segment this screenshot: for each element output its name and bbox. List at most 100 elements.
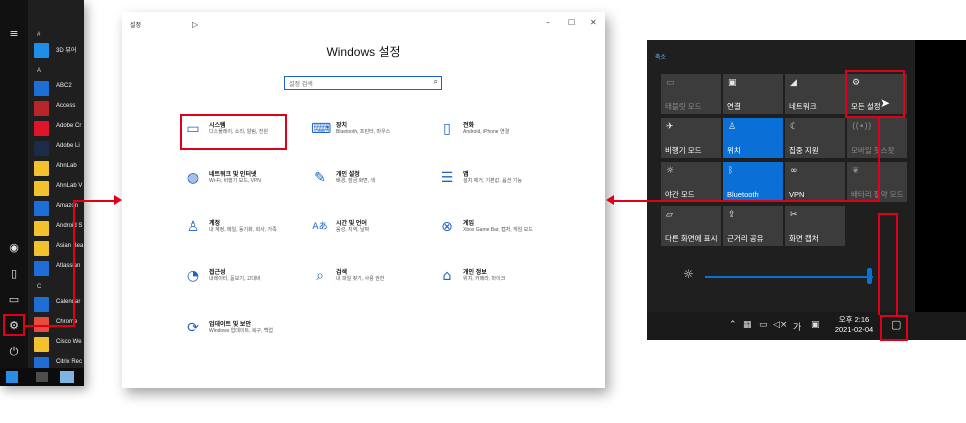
category-phone[interactable]: ▯ 전화 Android, iPhone 연결	[438, 118, 558, 148]
quick-action-label: Bluetooth	[727, 190, 759, 199]
settings-window: 설정 ▷ – ☐ ✕ Windows 설정 설정 검색 ⌕ ▭ 시스템 디스플레이,…	[122, 12, 605, 388]
connector-line	[896, 213, 898, 315]
explorer-icon[interactable]	[60, 371, 74, 383]
category-sync[interactable]: ⟳ 업데이트 및 보안 Windows 업데이트, 복구, 백업	[184, 317, 304, 347]
quick-action-label: 야간 모드	[665, 190, 695, 199]
app-name: Android S	[56, 223, 83, 229]
app-list-item[interactable]: ABC2	[34, 80, 84, 98]
paint-icon: ✎	[314, 170, 326, 186]
maximize-button[interactable]: ☐	[568, 18, 575, 27]
taskview-icon[interactable]	[36, 372, 48, 382]
quick-action-bluetooth[interactable]: ᛒ Bluetooth	[723, 162, 783, 202]
quick-action-tablet[interactable]: ▭ 태블릿 모드	[661, 74, 721, 114]
quick-action-network[interactable]: ◢ 네트워크	[785, 74, 845, 114]
app-icon	[34, 81, 49, 96]
snip-icon: ✂	[790, 210, 798, 220]
user-icon[interactable]: ◉	[5, 240, 23, 256]
app-list-item[interactable]: Adobe Li	[34, 140, 84, 158]
category-keyboard[interactable]: ⌨ 장치 Bluetooth, 프린터, 마우스	[311, 118, 431, 148]
app-icon	[34, 43, 49, 58]
window-title: 설정	[130, 23, 142, 29]
quick-action-label: 태블릿 모드	[665, 102, 702, 111]
power-icon[interactable]: ⏻	[5, 344, 23, 360]
keyboard-icon[interactable]: ▣	[811, 320, 820, 330]
sun-icon: ☼	[666, 166, 675, 176]
app-icon	[34, 337, 49, 352]
app-icon	[34, 221, 49, 236]
person-icon: ♙	[186, 219, 200, 235]
quick-action-airplane[interactable]: ✈ 비행기 모드	[661, 118, 721, 158]
quick-action-sun[interactable]: ☼ 야간 모드	[661, 162, 721, 202]
brightness-slider[interactable]	[705, 276, 873, 278]
brightness-thumb[interactable]	[866, 268, 872, 284]
moon-icon: ☾	[790, 122, 799, 132]
clock[interactable]: 오후 2:16 2021-02-04	[828, 315, 880, 335]
quick-action-snip[interactable]: ✂ 화면 캡처	[785, 206, 845, 246]
category-title: 시간 및 언어	[336, 221, 367, 227]
network-tray-icon[interactable]: ▦	[743, 320, 752, 330]
quick-action-hotspot[interactable]: ((•)) 모바일 핫스팟	[847, 118, 907, 158]
quick-action-moon[interactable]: ☾ 집중 지원	[785, 118, 845, 158]
quick-action-project[interactable]: ▱ 다른 화면에 표시	[661, 206, 721, 246]
chevron-up-icon[interactable]: ⌃	[729, 320, 737, 330]
app-list-item[interactable]: Calendar	[34, 296, 84, 314]
category-description: Wi-Fi, 비행기 모드, VPN	[209, 178, 261, 184]
app-name: ABC2	[56, 83, 72, 89]
group-letter: A	[37, 68, 42, 74]
app-list-item[interactable]: Access	[34, 100, 84, 118]
brightness-icon: ☼	[683, 267, 694, 281]
quick-action-share[interactable]: ⇪ 근거리 공유	[723, 206, 783, 246]
category-time-language[interactable]: Aあ 시간 및 언어 음성, 지역, 날짜	[311, 216, 431, 246]
connector-line	[25, 325, 74, 327]
quick-action-location[interactable]: ♙ 위치	[723, 118, 783, 158]
app-list-item[interactable]: Amazon	[34, 200, 84, 218]
action-center: 축소 ▭ 태블릿 모드 ▣ 연결 ◢ 네트워크 ⚙ 모든 설정 ✈ 비행기 모드 ♙ 위치 ☾ 집중 지원…	[647, 40, 966, 341]
display-tray-icon[interactable]: ▭	[759, 320, 768, 330]
category-apps-list[interactable]: ☰ 앱 설치 제거, 기본값, 옵션 기능	[438, 167, 558, 197]
clock-date: 2021-02-04	[834, 325, 874, 334]
app-list-item[interactable]: 3D 뷰어	[34, 42, 84, 60]
category-search[interactable]: ⌕ 검색 내 파일 찾기, 사용 권한	[311, 265, 431, 295]
volume-icon[interactable]: ◁×	[773, 320, 787, 330]
search-input[interactable]: 설정 검색 ⌕	[284, 76, 442, 90]
category-accessibility[interactable]: ◔ 접근성 내레이터, 돋보기, 고대비	[184, 265, 304, 295]
start-menu: ≡ ◉ ▯ ▭ ⚙ ⏻ # A C 3D 뷰어 ABC2 Access Adobe Cr Ad…	[0, 0, 84, 386]
app-list-item[interactable]: AhnLab	[34, 160, 84, 178]
quick-action-battery-leaf[interactable]: ❦ 배터리 절약 모드	[847, 162, 907, 202]
settings-highlight	[3, 314, 25, 336]
minimize-button[interactable]: –	[546, 18, 550, 27]
clock-time: 오후 2:16	[838, 315, 870, 324]
category-lock[interactable]: ⌂ 개인 정보 위치, 카메라, 마이크	[438, 265, 558, 295]
windows-icon[interactable]	[6, 371, 18, 383]
connect-icon: ▣	[728, 78, 737, 88]
quick-action-label: 네트워크	[789, 102, 817, 111]
category-person[interactable]: ♙ 계정 내 계정, 메일, 동기화, 회사, 가족	[184, 216, 304, 246]
category-title: 전화	[463, 123, 475, 129]
app-icon	[34, 121, 49, 136]
category-xbox[interactable]: ⊗ 게임 Xbox Game Bar, 캡처, 게임 모드	[438, 216, 558, 246]
app-list-item[interactable]: Cisco We	[34, 336, 84, 354]
document-icon[interactable]: ▯	[5, 266, 23, 282]
airplane-icon: ✈	[666, 122, 674, 132]
collapse-link[interactable]: 축소	[655, 52, 666, 61]
hamburger-icon[interactable]: ≡	[5, 26, 23, 42]
cursor-icon: ➤	[880, 96, 891, 110]
quick-action-vpn[interactable]: ∞ VPN	[785, 162, 845, 202]
category-paint[interactable]: ✎ 개인 설정 배경, 잠금 화면, 색	[311, 167, 431, 197]
app-list-item[interactable]: Asian Bea	[34, 240, 84, 258]
close-button[interactable]: ✕	[590, 18, 597, 27]
app-list-item[interactable]: AhnLab V	[34, 180, 84, 198]
picture-icon[interactable]: ▭	[5, 292, 23, 308]
app-list-item[interactable]: Atlassian	[34, 260, 84, 278]
connector-line	[614, 200, 880, 202]
app-list-item[interactable]: Android S	[34, 220, 84, 238]
quick-action-connect[interactable]: ▣ 연결	[723, 74, 783, 114]
app-list-item[interactable]: Adobe Cr	[34, 120, 84, 138]
taskbar-tray: ⌃ ▦ ▭ ◁× 가 ▣ 오후 2:16 2021-02-04 ▢	[647, 312, 966, 340]
all-settings-highlight	[845, 70, 905, 118]
desktop-edge	[915, 40, 966, 312]
ime-indicator[interactable]: 가	[793, 320, 801, 333]
category-title: 검색	[336, 270, 348, 276]
app-name: Atlassian	[56, 263, 81, 269]
category-globe[interactable]: ◍ 네트워크 및 인터넷 Wi-Fi, 비행기 모드, VPN	[184, 167, 304, 197]
